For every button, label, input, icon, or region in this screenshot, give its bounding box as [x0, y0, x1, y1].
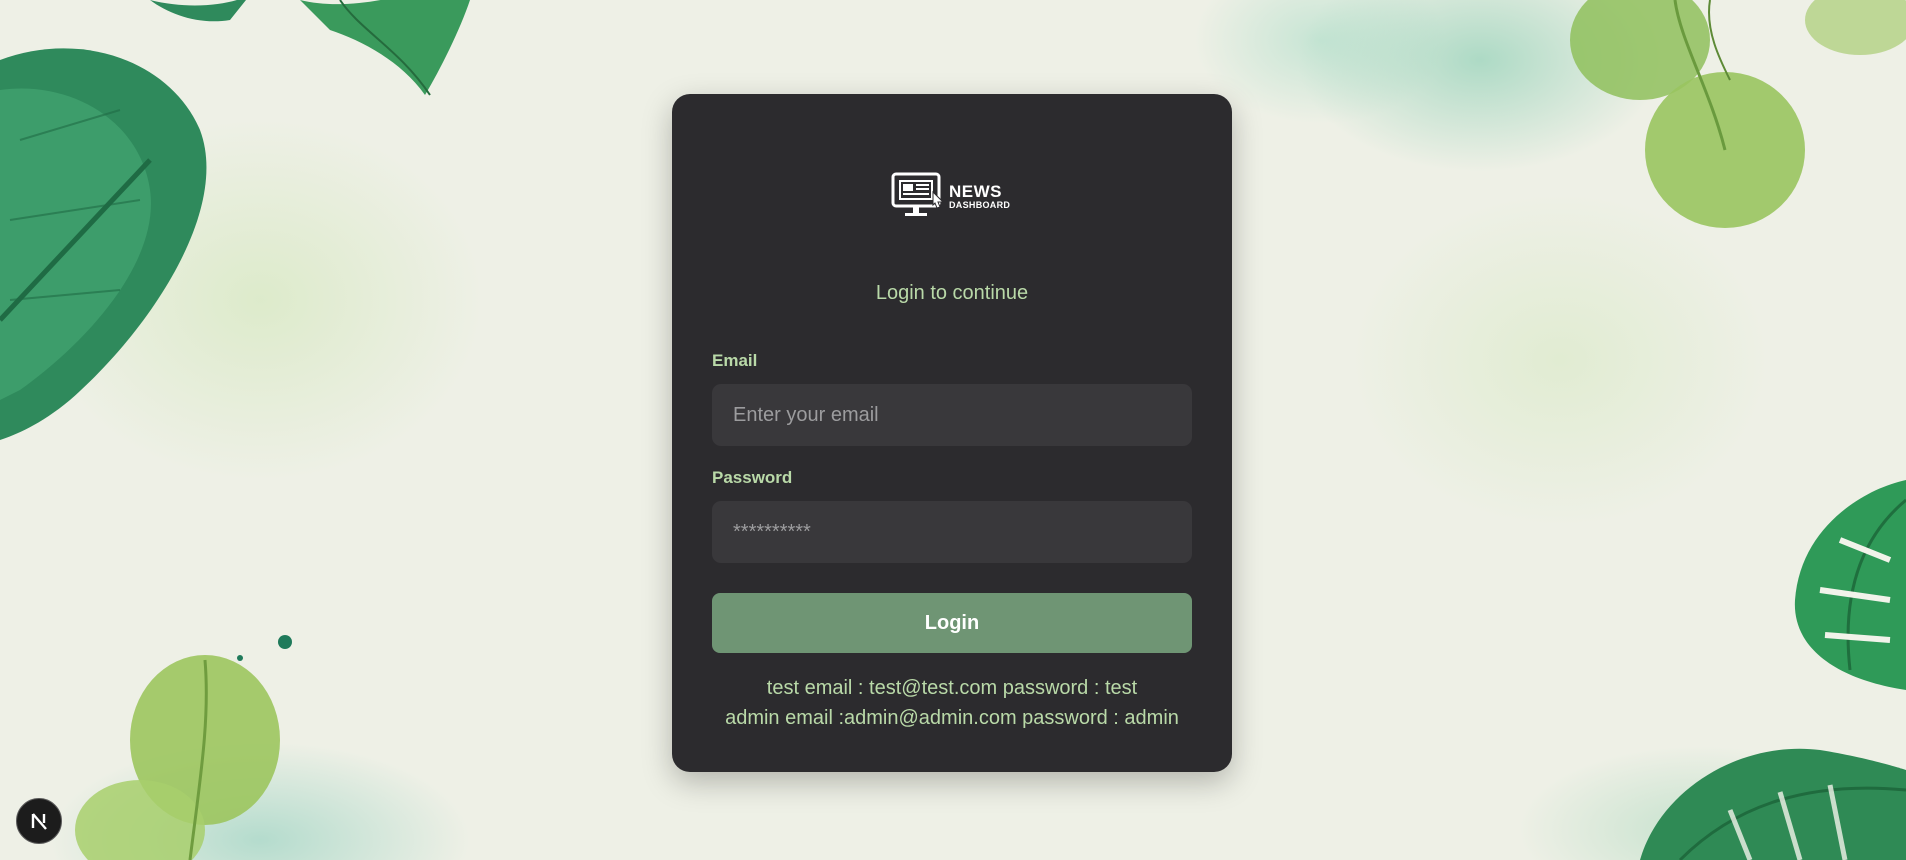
logo-subtitle: DASHBOARD [949, 199, 1011, 210]
page-subtitle: Login to continue [875, 282, 1029, 304]
monitor-news-icon [891, 172, 945, 216]
decorative-leaves-bottom-left [75, 635, 292, 860]
login-card: NEWS DASHBOARD Login to continue Email P… [672, 94, 1232, 772]
decorative-leaves-top-left [0, 0, 470, 440]
password-field[interactable] [712, 501, 1192, 563]
decorative-leaves-right [1794, 480, 1906, 690]
login-button[interactable]: Login [712, 593, 1192, 653]
test-credentials-line: test email : test@test.com password : te… [766, 677, 1138, 699]
nextjs-dev-badge[interactable] [16, 798, 62, 844]
nextjs-logo-icon [31, 813, 47, 830]
email-field[interactable] [712, 384, 1192, 446]
logo-title: NEWS [949, 181, 1002, 201]
test-credentials: test email : test@test.com password : te… [672, 673, 1232, 733]
admin-credentials-line: admin email :admin@admin.com password : … [725, 707, 1179, 729]
email-label: Email [712, 351, 758, 370]
login-page: NEWS DASHBOARD Login to continue Email P… [0, 0, 1906, 860]
decorative-leaves-top-right [1570, 0, 1906, 228]
decorative-leaves-bottom-right [1640, 748, 1906, 860]
password-label: Password [712, 468, 793, 487]
logo: NEWS DASHBOARD [891, 172, 1010, 220]
